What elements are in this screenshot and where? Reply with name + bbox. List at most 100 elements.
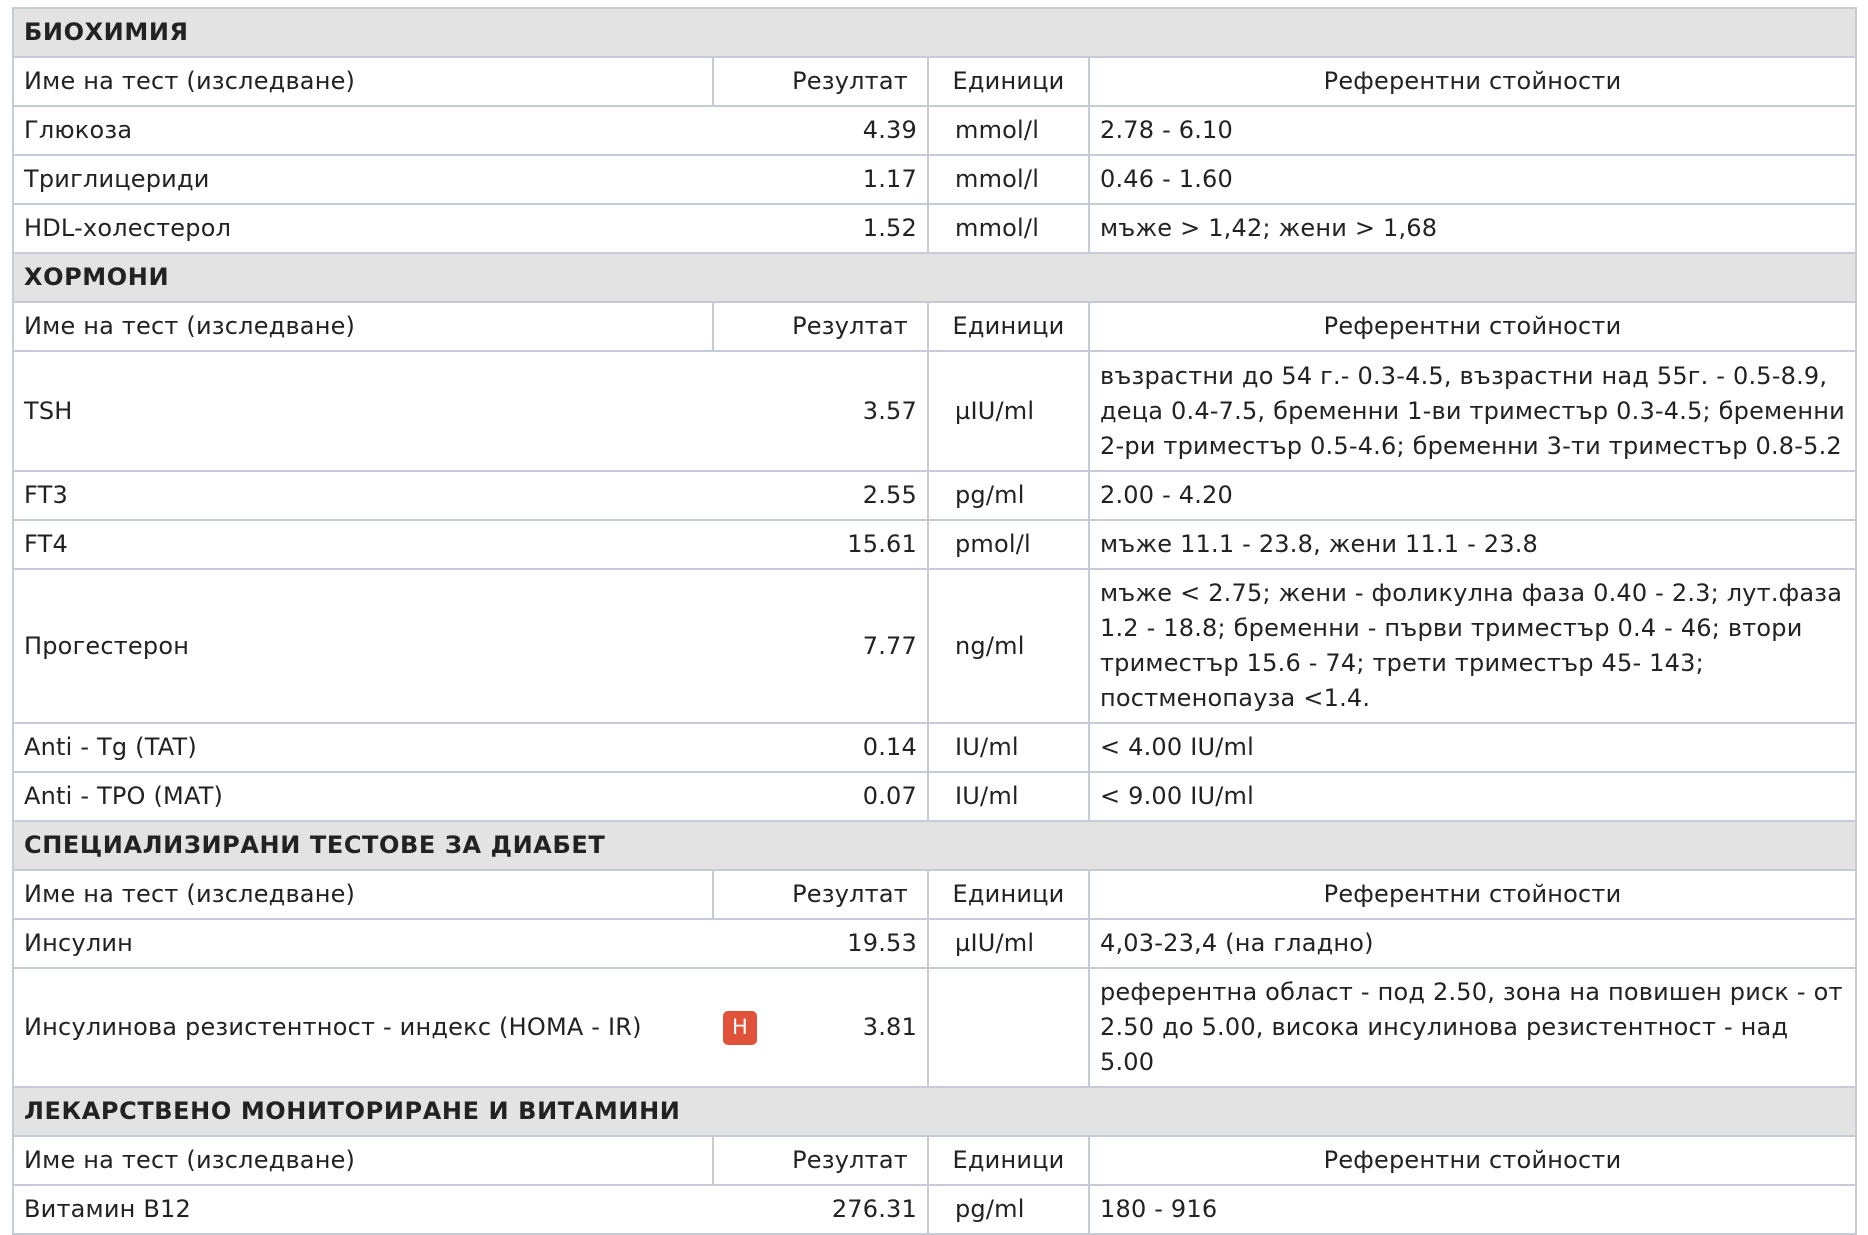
flag-cell	[713, 154, 773, 205]
table-row: TSH 3.57 µIU/ml възрастни до 54 г.- 0.3-4.5…	[12, 350, 1858, 472]
column-header-flag	[712, 869, 773, 920]
test-reference: 180 - 916	[1087, 1184, 1858, 1235]
section-header: БИОХИМИЯ	[11, 7, 1858, 58]
section-title: ЛЕКАРСТВЕНО МОНИТОРИРАНЕ И ВИТАМИНИ	[11, 1086, 1858, 1137]
test-name: HDL-холестерол	[12, 203, 713, 254]
test-result: 3.81	[773, 967, 929, 1088]
section-header: ЛЕКАРСТВЕНО МОНИТОРИРАНЕ И ВИТАМИНИ	[11, 1086, 1858, 1137]
test-result: 15.61	[773, 519, 929, 570]
flag-cell	[713, 771, 773, 822]
column-header-row: Име на тест (изследване) Резултат Единици Р…	[12, 869, 1858, 920]
test-result: 19.53	[773, 918, 929, 969]
column-header-flag	[712, 1135, 773, 1186]
flag-cell	[713, 568, 773, 724]
column-header-row: Име на тест (изследване) Резултат Единици Р…	[12, 1135, 1858, 1186]
test-result: 4.39	[773, 105, 929, 156]
test-reference: референтна област - под 2.50, зона на по…	[1087, 967, 1858, 1088]
table-row: Глюкоза 4.39 mmol/l 2.78 - 6.10	[12, 105, 1858, 156]
column-header-name: Име на тест (изследване)	[12, 1135, 714, 1186]
column-header-row: Име на тест (изследване) Резултат Единици Р…	[12, 301, 1858, 352]
section-title: БИОХИМИЯ	[11, 7, 1858, 58]
results-table: БИОХИМИЯ Име на тест (изследване) Резултат…	[11, 7, 1858, 1235]
test-result: 1.52	[773, 203, 929, 254]
column-header-flag	[712, 56, 773, 107]
column-header-reference: Референтни стойности	[1087, 301, 1858, 352]
column-header-result: Резултат	[773, 56, 929, 107]
test-reference: мъже 11.1 - 23.8, жени 11.1 - 23.8	[1087, 519, 1858, 570]
high-flag-badge: H	[723, 1011, 757, 1045]
test-result: 276.31	[773, 1184, 929, 1235]
table-row: Инсулин 19.53 µIU/ml 4,03-23,4 (на гладно)	[12, 918, 1858, 969]
test-result: 3.57	[773, 350, 929, 472]
flag-cell	[713, 470, 773, 521]
column-header-result: Резултат	[773, 869, 929, 920]
test-result: 0.14	[773, 722, 929, 773]
table-row: Витамин B12 276.31 pg/ml 180 - 916	[12, 1184, 1858, 1235]
test-reference: мъже > 1,42; жени > 1,68	[1087, 203, 1858, 254]
flag-cell	[713, 1184, 773, 1235]
section-title: ХОРМОНИ	[11, 252, 1858, 303]
test-result: 7.77	[773, 568, 929, 724]
test-units: ng/ml	[927, 568, 1090, 724]
test-units: µIU/ml	[927, 350, 1090, 472]
flag-cell: H	[713, 967, 773, 1088]
flag-cell	[713, 203, 773, 254]
test-name: TSH	[12, 350, 713, 472]
test-reference: 4,03-23,4 (на гладно)	[1087, 918, 1858, 969]
column-header-units: Единици	[927, 869, 1090, 920]
column-header-flag	[712, 301, 773, 352]
test-units: pmol/l	[927, 519, 1090, 570]
test-units: IU/ml	[927, 771, 1090, 822]
test-name: Витамин B12	[12, 1184, 713, 1235]
column-header-name: Име на тест (изследване)	[12, 869, 714, 920]
table-row: FT4 15.61 pmol/l мъже 11.1 - 23.8, жени 11.…	[12, 519, 1858, 570]
column-header-row: Име на тест (изследване) Резултат Единици Р…	[12, 56, 1858, 107]
test-name: Anti - TPO (MAT)	[12, 771, 713, 822]
column-header-reference: Референтни стойности	[1087, 1135, 1858, 1186]
flag-cell	[713, 519, 773, 570]
test-reference: < 4.00 IU/ml	[1087, 722, 1858, 773]
section-header: СПЕЦИАЛИЗИРАНИ ТЕСТОВЕ ЗА ДИАБЕТ	[11, 820, 1858, 871]
flag-cell	[713, 722, 773, 773]
column-header-name: Име на тест (изследване)	[12, 56, 714, 107]
test-name: Инсулин	[12, 918, 713, 969]
flag-cell	[713, 918, 773, 969]
test-name: FT3	[12, 470, 713, 521]
test-units: mmol/l	[927, 154, 1090, 205]
column-header-name: Име на тест (изследване)	[12, 301, 714, 352]
test-name: Прогестерон	[12, 568, 713, 724]
test-name: Триглицериди	[12, 154, 713, 205]
test-result: 1.17	[773, 154, 929, 205]
section-header: ХОРМОНИ	[11, 252, 1858, 303]
test-reference: възрастни до 54 г.- 0.3-4.5, възрастни н…	[1087, 350, 1858, 472]
test-name: FT4	[12, 519, 713, 570]
test-result: 0.07	[773, 771, 929, 822]
table-row: HDL-холестерол 1.52 mmol/l мъже > 1,42; жен…	[12, 203, 1858, 254]
test-units	[927, 967, 1090, 1088]
table-row: Прогестерон 7.77 ng/ml мъже < 2.75; жени - …	[12, 568, 1858, 724]
table-row: Триглицериди 1.17 mmol/l 0.46 - 1.60	[12, 154, 1858, 205]
test-units: mmol/l	[927, 203, 1090, 254]
test-reference: < 9.00 IU/ml	[1087, 771, 1858, 822]
table-row: Инсулинова резистентност - индекс (HOMA …	[12, 967, 1858, 1088]
table-row: FT3 2.55 pg/ml 2.00 - 4.20	[12, 470, 1858, 521]
flag-cell	[713, 350, 773, 472]
column-header-units: Единици	[927, 1135, 1090, 1186]
column-header-reference: Референтни стойности	[1087, 869, 1858, 920]
column-header-result: Резултат	[773, 1135, 929, 1186]
flag-cell	[713, 105, 773, 156]
test-name: Инсулинова резистентност - индекс (HOMA …	[12, 967, 713, 1088]
test-reference: 2.78 - 6.10	[1087, 105, 1858, 156]
test-units: mmol/l	[927, 105, 1090, 156]
section-title: СПЕЦИАЛИЗИРАНИ ТЕСТОВЕ ЗА ДИАБЕТ	[11, 820, 1858, 871]
table-row: Anti - TPO (MAT) 0.07 IU/ml < 9.00 IU/ml	[12, 771, 1858, 822]
test-units: IU/ml	[927, 722, 1090, 773]
lab-results: БИОХИМИЯ Име на тест (изследване) Резултат…	[11, 7, 1858, 1235]
test-reference: 2.00 - 4.20	[1087, 470, 1858, 521]
test-name: Глюкоза	[12, 105, 713, 156]
test-units: pg/ml	[927, 1184, 1090, 1235]
column-header-reference: Референтни стойности	[1087, 56, 1858, 107]
test-name: Anti - Tg (TAT)	[12, 722, 713, 773]
column-header-units: Единици	[927, 56, 1090, 107]
table-row: Anti - Tg (TAT) 0.14 IU/ml < 4.00 IU/ml	[12, 722, 1858, 773]
